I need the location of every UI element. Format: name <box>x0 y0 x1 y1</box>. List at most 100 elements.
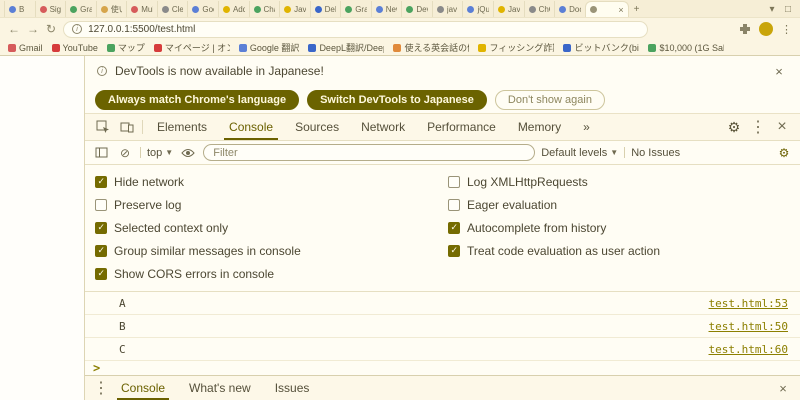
tab-search-icon[interactable]: ▾ <box>764 1 780 17</box>
bookmark-item[interactable]: ビットバンク(bitbank) <box>563 41 639 54</box>
bookmark-item[interactable]: マイページ | オンライン <box>154 41 230 54</box>
profile-avatar[interactable] <box>759 22 773 36</box>
browser-tab[interactable]: Dev <box>401 1 432 17</box>
devtools-tab[interactable]: Sources <box>284 114 350 140</box>
browser-tab[interactable]: Cle <box>157 1 188 17</box>
devtools-tab[interactable]: Elements <box>146 114 218 140</box>
infobar-close-icon[interactable]: × <box>770 64 788 79</box>
browser-tab[interactable]: DeL <box>310 1 341 17</box>
setting-row[interactable]: Group similar messages in console <box>95 239 448 262</box>
bookmark-item[interactable]: 使える英会話の例文・フレー... <box>393 41 469 54</box>
browser-tab[interactable]: New <box>371 1 402 17</box>
forward-icon[interactable]: → <box>27 23 39 35</box>
setting-row[interactable]: Selected context only <box>95 216 448 239</box>
switch-japanese-button[interactable]: Switch DevTools to Japanese <box>307 90 487 110</box>
checkbox[interactable] <box>95 222 107 234</box>
browser-tab[interactable]: B <box>4 1 35 17</box>
browser-tab[interactable]: Mul <box>126 1 157 17</box>
site-info-icon[interactable]: i <box>72 24 82 34</box>
drawer-menu-icon[interactable]: ⋮ <box>93 376 109 400</box>
browser-tab[interactable]: Add <box>218 1 249 17</box>
source-link[interactable]: test.html:53 <box>709 297 788 310</box>
drawer-close-icon[interactable]: × <box>774 381 792 396</box>
checkbox[interactable] <box>448 199 460 211</box>
console-sidebar-icon[interactable] <box>92 147 110 158</box>
browser-tab[interactable]: ChG <box>524 1 555 17</box>
checkbox[interactable] <box>448 176 460 188</box>
tab-close-icon[interactable]: × <box>618 5 623 15</box>
toolbar-right: ⋮ <box>739 22 792 36</box>
setting-row[interactable]: Log XMLHttpRequests <box>448 170 800 193</box>
match-language-button[interactable]: Always match Chrome's language <box>95 90 299 110</box>
browser-tab[interactable]: jav <box>432 1 463 17</box>
bookmark-item[interactable]: YouTube <box>52 43 98 53</box>
browser-tab[interactable]: Jav <box>493 1 524 17</box>
source-link[interactable]: test.html:50 <box>709 320 788 333</box>
tab-favicon <box>315 6 322 13</box>
context-selector[interactable]: top ▼ <box>147 147 173 159</box>
setting-row[interactable]: Autocomplete from history <box>448 216 800 239</box>
bookmark-item[interactable]: $10,000 (1G Saba...) <box>648 43 724 53</box>
devtools-settings-icon[interactable]: ⚙ <box>722 119 746 136</box>
source-link[interactable]: test.html:60 <box>709 343 788 356</box>
checkbox[interactable] <box>448 222 460 234</box>
setting-row[interactable]: Preserve log <box>95 193 448 216</box>
drawer-tab[interactable]: What's new <box>177 376 263 400</box>
setting-row[interactable]: Hide network <box>95 170 448 193</box>
devtools-close-icon[interactable]: × <box>770 118 794 136</box>
browser-tab-active[interactable]: × <box>585 1 629 17</box>
back-icon[interactable]: ← <box>8 23 20 35</box>
more-tabs-icon[interactable]: » <box>572 114 601 140</box>
browser-tab[interactable]: Doc <box>554 1 584 17</box>
browser-menu-icon[interactable]: ⋮ <box>781 23 792 36</box>
checkbox[interactable] <box>95 199 107 211</box>
dont-show-again-button[interactable]: Don't show again <box>495 90 605 110</box>
browser-tab[interactable]: Sign <box>35 1 66 17</box>
devtools-tab[interactable]: Memory <box>507 114 572 140</box>
browser-tab[interactable]: 使い <box>96 1 127 17</box>
devtools-tab[interactable]: Performance <box>416 114 507 140</box>
bookmark-item[interactable]: マップ <box>107 41 145 54</box>
clear-console-icon[interactable]: ⊘ <box>116 146 134 160</box>
checkbox[interactable] <box>95 245 107 257</box>
checkbox[interactable] <box>95 176 107 188</box>
setting-row[interactable]: Eager evaluation <box>448 193 800 216</box>
window-restore-icon[interactable]: □ <box>780 1 796 17</box>
devtools-tab[interactable]: Network <box>350 114 416 140</box>
extensions-puzzle-icon[interactable] <box>739 23 751 35</box>
tab-favicon <box>529 6 536 13</box>
checkbox[interactable] <box>95 268 107 280</box>
inspect-element-icon[interactable] <box>91 114 115 140</box>
drawer-tab[interactable]: Issues <box>263 376 322 400</box>
new-tab-button[interactable]: + <box>629 1 645 17</box>
omnibox[interactable]: i 127.0.0.1:5500/test.html <box>63 21 648 38</box>
reload-icon[interactable]: ↻ <box>46 23 56 35</box>
setting-row[interactable]: Treat code evaluation as user action <box>448 239 800 262</box>
url-text[interactable]: 127.0.0.1:5500/test.html <box>88 24 195 35</box>
console-prompt[interactable]: > <box>85 361 800 375</box>
bookmark-item[interactable]: フィッシング詐欺解決ナビ・... <box>478 41 554 54</box>
setting-row[interactable]: Show CORS errors in console <box>95 262 448 285</box>
bookmark-item[interactable]: DeepL翻訳/DeepL Tr... <box>308 41 384 54</box>
log-levels-label: Default levels <box>541 147 607 159</box>
log-levels-selector[interactable]: Default levels ▼ <box>541 147 618 159</box>
filter-input[interactable] <box>203 144 535 161</box>
checkbox[interactable] <box>448 245 460 257</box>
browser-tab[interactable]: Gra <box>340 1 371 17</box>
devtools-tab[interactable]: Console <box>218 114 284 140</box>
browser-tab[interactable]: Goo <box>187 1 218 17</box>
devtools-menu-icon[interactable]: ⋮ <box>746 117 770 137</box>
console-settings-icon[interactable]: ⚙ <box>775 146 793 160</box>
browser-tab[interactable]: jQu <box>462 1 493 17</box>
issues-counter[interactable]: No Issues <box>631 147 680 159</box>
browser-tab[interactable]: Jav <box>279 1 310 17</box>
bookmark-item[interactable]: Gmail <box>8 43 43 53</box>
drawer-tab[interactable]: Console <box>109 376 177 400</box>
browser-tab[interactable]: Gra <box>65 1 96 17</box>
bookmark-item[interactable]: Google 翻訳 <box>239 41 300 54</box>
eye-icon[interactable] <box>179 148 197 158</box>
browser-tab[interactable]: Cha <box>249 1 280 17</box>
device-toolbar-icon[interactable] <box>115 114 139 140</box>
console-settings-pane: Hide network Preserve log Selected conte… <box>85 165 800 292</box>
tab-favicon <box>70 6 77 13</box>
